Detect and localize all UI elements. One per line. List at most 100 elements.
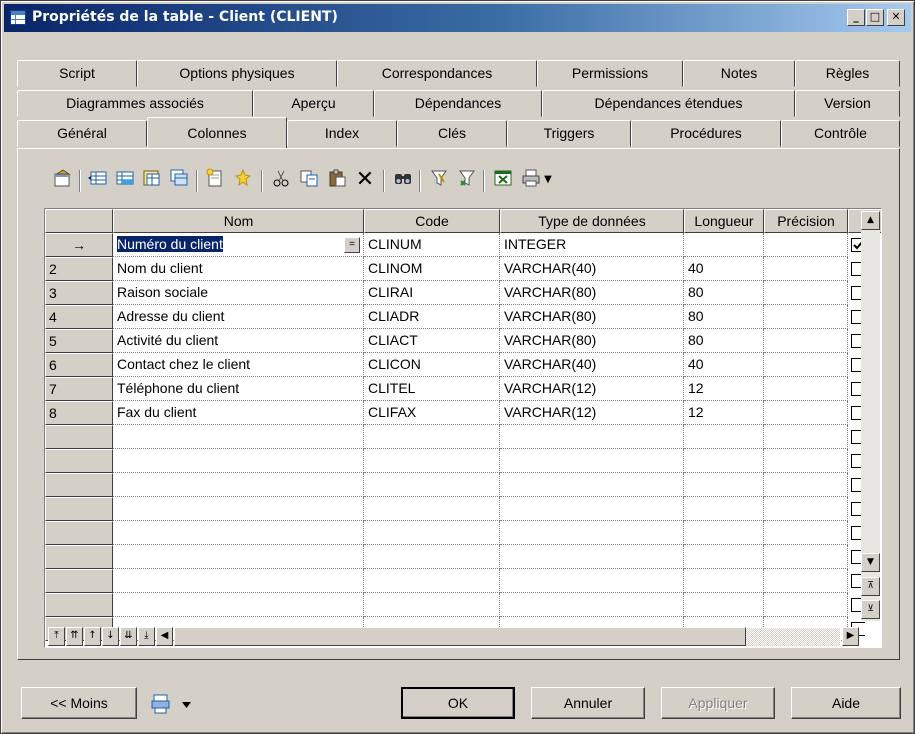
new-icon[interactable]	[203, 168, 227, 192]
move-page-up-icon[interactable]: ⇈	[66, 627, 83, 646]
cell-type[interactable]	[500, 473, 684, 497]
tab-procedures[interactable]: Procédures	[631, 120, 781, 147]
cell-precision[interactable]	[764, 329, 848, 353]
cell-edit-button[interactable]: =	[344, 237, 360, 253]
tab-colonnes[interactable]: Colonnes	[147, 117, 287, 148]
row-header[interactable]	[45, 497, 113, 521]
column-header-longueur[interactable]: Longueur	[684, 209, 764, 233]
cell-precision[interactable]	[764, 473, 848, 497]
scroll-right-icon[interactable]: ▶	[842, 627, 859, 646]
row-header[interactable]: 3	[45, 281, 113, 305]
cell-longueur[interactable]	[684, 569, 764, 593]
cell-precision[interactable]	[764, 281, 848, 305]
cell-code[interactable]: CLIACT	[364, 329, 500, 353]
cell-code[interactable]	[364, 425, 500, 449]
cell-code[interactable]: CLITEL	[364, 377, 500, 401]
print-icon[interactable]	[519, 168, 543, 192]
filter-icon[interactable]	[427, 168, 451, 192]
row-header[interactable]	[45, 521, 113, 545]
cell-precision[interactable]	[764, 233, 848, 257]
cell-longueur[interactable]	[684, 425, 764, 449]
tab-script[interactable]: Script	[17, 60, 137, 87]
cell-type[interactable]	[500, 497, 684, 521]
add-columns-icon[interactable]	[140, 168, 164, 192]
column-header-precision[interactable]: Précision	[764, 209, 848, 233]
cell-code[interactable]	[364, 521, 500, 545]
cell-type[interactable]	[500, 569, 684, 593]
cell-longueur[interactable]	[684, 233, 764, 257]
cell-nom[interactable]	[113, 449, 364, 473]
cell-nom[interactable]: Fax du client	[113, 401, 364, 425]
tab-regles[interactable]: Règles	[795, 60, 900, 87]
cell-code[interactable]	[364, 545, 500, 569]
cell-longueur[interactable]: 12	[684, 401, 764, 425]
cell-type[interactable]: VARCHAR(40)	[500, 257, 684, 281]
cell-nom[interactable]: Contact chez le client	[113, 353, 364, 377]
replicate-columns-icon[interactable]	[167, 168, 191, 192]
move-bottom-icon[interactable]: ⤓	[138, 627, 155, 646]
cell-code[interactable]: CLINUM	[364, 233, 500, 257]
cell-precision[interactable]	[764, 425, 848, 449]
tab-options-physiques[interactable]: Options physiques	[137, 60, 337, 87]
row-header[interactable]	[45, 425, 113, 449]
cell-type[interactable]	[500, 521, 684, 545]
cell-longueur[interactable]	[684, 449, 764, 473]
tab-controle[interactable]: Contrôle	[781, 120, 900, 147]
horizontal-scroll-thumb[interactable]	[174, 627, 746, 646]
move-top-icon[interactable]: ⤒	[48, 627, 65, 646]
tab-diagrammes-associes[interactable]: Diagrammes associés	[17, 90, 253, 117]
row-header[interactable]: 2	[45, 257, 113, 281]
cell-nom[interactable]	[113, 545, 364, 569]
row-header[interactable]: 4	[45, 305, 113, 329]
cell-longueur[interactable]	[684, 545, 764, 569]
cell-precision[interactable]	[764, 593, 848, 617]
cell-code[interactable]	[364, 569, 500, 593]
scroll-left-icon[interactable]: ◀	[156, 627, 173, 646]
minimize-button[interactable]: _	[847, 9, 865, 26]
properties-icon[interactable]	[51, 168, 75, 192]
cell-code[interactable]	[364, 449, 500, 473]
move-up-icon[interactable]: ↑	[84, 627, 101, 646]
appliquer-button[interactable]: Appliquer	[661, 687, 775, 719]
find-icon[interactable]	[391, 168, 415, 192]
cell-code[interactable]: CLIRAI	[364, 281, 500, 305]
cell-type[interactable]: VARCHAR(80)	[500, 305, 684, 329]
row-header[interactable]: 6	[45, 353, 113, 377]
cell-type[interactable]: VARCHAR(12)	[500, 377, 684, 401]
row-header[interactable]: 7	[45, 377, 113, 401]
cell-code[interactable]	[364, 497, 500, 521]
row-header[interactable]	[45, 569, 113, 593]
column-header-code[interactable]: Code	[364, 209, 500, 233]
cell-type[interactable]: INTEGER	[500, 233, 684, 257]
cell-nom[interactable]: Raison sociale	[113, 281, 364, 305]
tab-dependances-etendues[interactable]: Dépendances étendues	[542, 90, 795, 117]
cell-longueur[interactable]	[684, 593, 764, 617]
tab-triggers[interactable]: Triggers	[507, 120, 631, 147]
cell-precision[interactable]	[764, 449, 848, 473]
cell-type[interactable]	[500, 593, 684, 617]
cell-precision[interactable]	[764, 305, 848, 329]
paste-icon[interactable]	[325, 168, 349, 192]
tab-dependances[interactable]: Dépendances	[374, 90, 542, 117]
move-page-down-icon[interactable]: ⇊	[120, 627, 137, 646]
scroll-page-up-icon[interactable]: ⊼	[861, 577, 880, 596]
cell-precision[interactable]	[764, 377, 848, 401]
cell-code[interactable]: CLICON	[364, 353, 500, 377]
insert-row-icon[interactable]	[86, 168, 110, 192]
clear-filter-icon[interactable]	[455, 168, 479, 192]
cell-precision[interactable]	[764, 353, 848, 377]
maximize-button[interactable]: □	[866, 9, 884, 26]
cell-type[interactable]	[500, 449, 684, 473]
cell-type[interactable]: VARCHAR(80)	[500, 329, 684, 353]
print-options-button[interactable]	[151, 693, 201, 715]
tab-apercu[interactable]: Aperçu	[253, 90, 374, 117]
vertical-scrollbar[interactable]: ▲ ▼ ⊼ ⊻	[861, 211, 880, 621]
cell-type[interactable]: VARCHAR(40)	[500, 353, 684, 377]
cell-precision[interactable]	[764, 545, 848, 569]
cell-code[interactable]: CLINOM	[364, 257, 500, 281]
cell-longueur[interactable]	[684, 521, 764, 545]
cell-nom[interactable]	[113, 425, 364, 449]
tab-notes[interactable]: Notes	[683, 60, 795, 87]
cell-code[interactable]: CLIADR	[364, 305, 500, 329]
ok-button[interactable]: OK	[401, 687, 515, 719]
